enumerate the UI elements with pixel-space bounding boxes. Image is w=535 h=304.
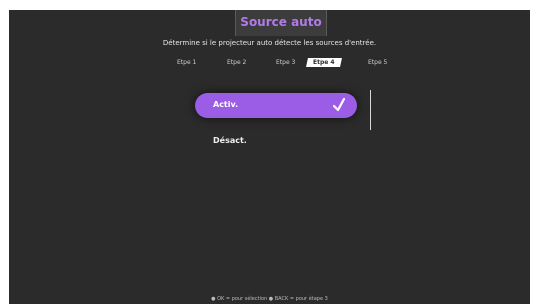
- checkmark-icon: [333, 98, 345, 112]
- option-desact[interactable]: Désact.: [213, 136, 247, 145]
- page-title: Source auto: [240, 15, 322, 29]
- page-description: Détermine si le projecteur auto détecte …: [162, 39, 377, 47]
- tab-step-4[interactable]: Etpe 4: [306, 58, 342, 67]
- tab-step-5[interactable]: Etpe 5: [368, 59, 387, 66]
- option-activ[interactable]: Activ.: [195, 93, 357, 118]
- option-activ-label: Activ.: [213, 100, 239, 109]
- title-box: Source auto: [235, 10, 327, 36]
- navigation-hint: ● OK = pour sélection ● BACK = pour étap…: [211, 296, 328, 302]
- tab-step-2[interactable]: Etpe 2: [227, 59, 246, 66]
- tab-step-1[interactable]: Etpe 1: [177, 59, 196, 66]
- tab-step-3[interactable]: Etpe 3: [276, 59, 295, 66]
- step-tabs: Etpe 1 Etpe 2 Etpe 3 Etpe 4 Etpe 5: [169, 58, 389, 69]
- tab-step-4-label: Etpe 4: [313, 59, 335, 66]
- scroll-indicator: [370, 90, 371, 130]
- osd-screen: Source auto Détermine si le projecteur a…: [9, 10, 530, 304]
